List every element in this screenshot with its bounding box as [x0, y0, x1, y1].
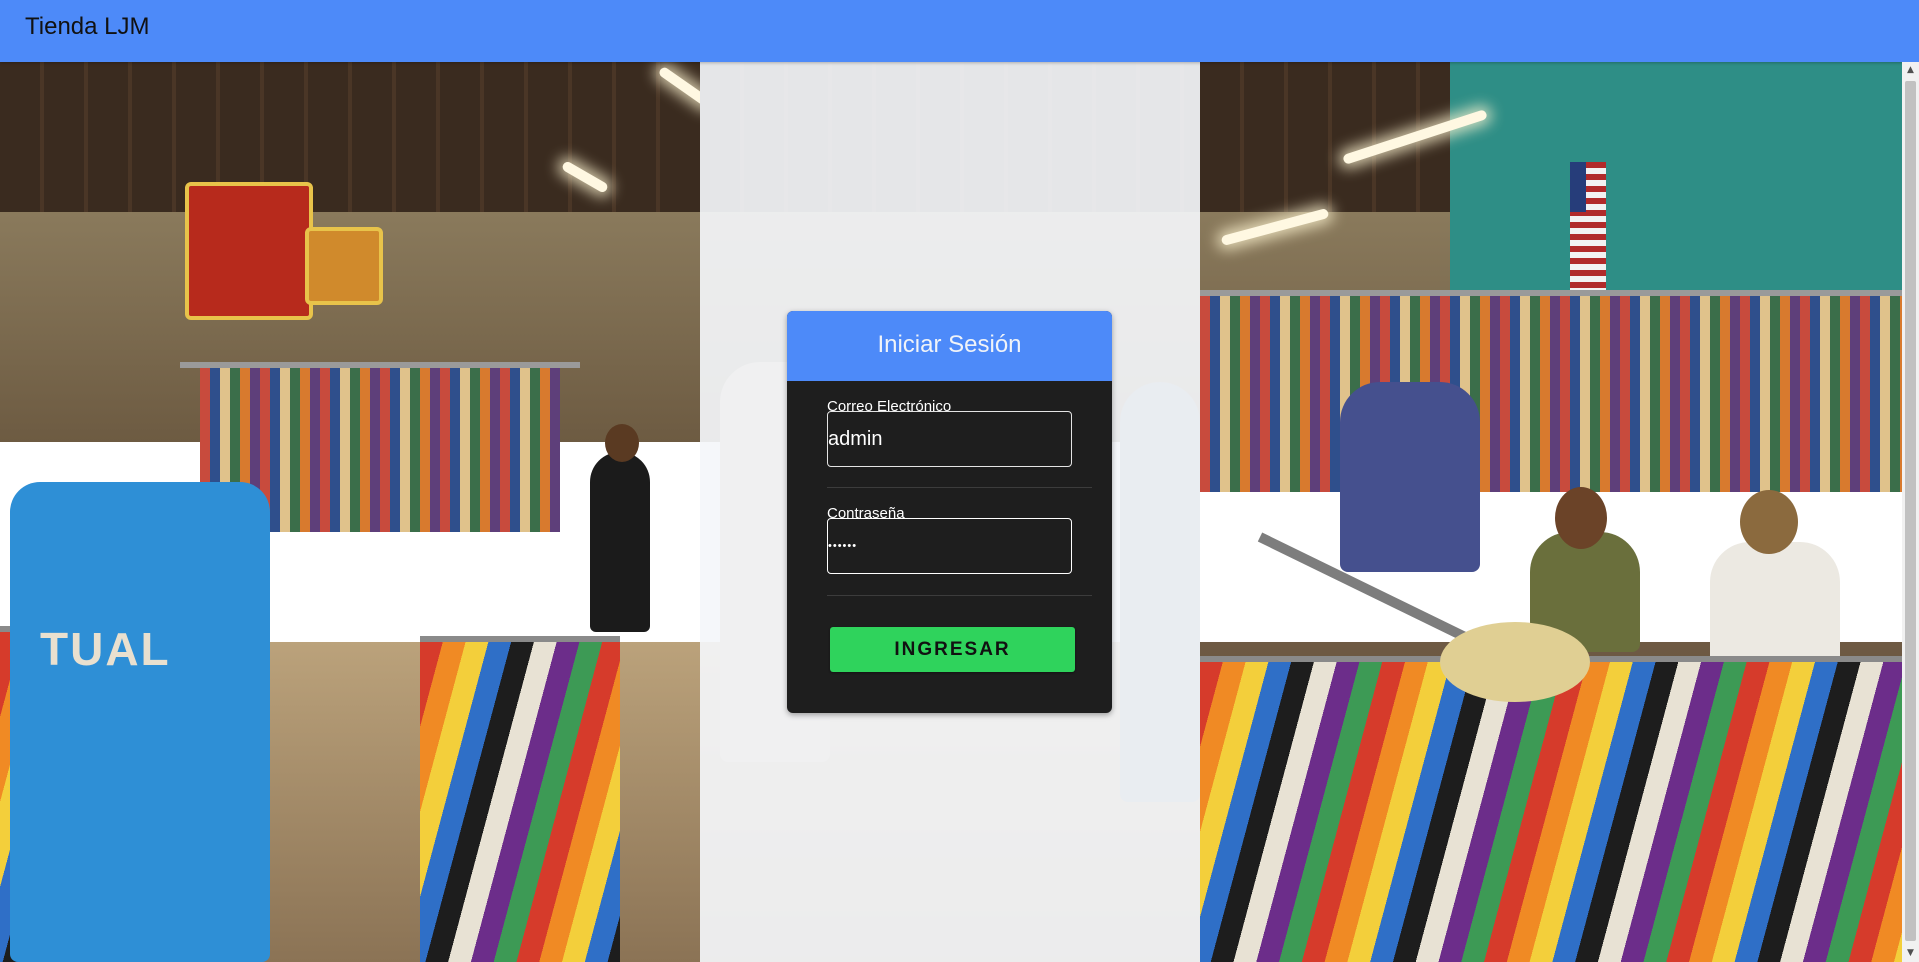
- navbar: Tienda LJM: [0, 0, 1919, 62]
- store-photo-right: [1200, 62, 1919, 962]
- login-title: Iniciar Sesión: [877, 331, 1022, 358]
- login-card: Iniciar Sesión Correo Electrónico Contra…: [787, 311, 1112, 713]
- password-label: Contraseña: [827, 505, 905, 522]
- email-divider: [827, 487, 1092, 488]
- store-photo-left: TUAL: [0, 62, 700, 962]
- login-card-header: Iniciar Sesión: [787, 311, 1112, 381]
- brand-title[interactable]: Tienda LJM: [25, 13, 150, 41]
- scroll-up-icon[interactable]: ▲: [1902, 62, 1919, 79]
- login-submit-button[interactable]: INGRESAR: [830, 627, 1075, 672]
- password-field[interactable]: [827, 518, 1072, 574]
- email-label: Correo Electrónico: [827, 398, 952, 415]
- email-field[interactable]: [827, 411, 1072, 467]
- scroll-down-icon[interactable]: ▼: [1902, 945, 1919, 962]
- vertical-scrollbar[interactable]: ▲ ▼: [1902, 62, 1919, 962]
- password-divider: [827, 595, 1092, 596]
- scroll-thumb[interactable]: [1905, 81, 1916, 941]
